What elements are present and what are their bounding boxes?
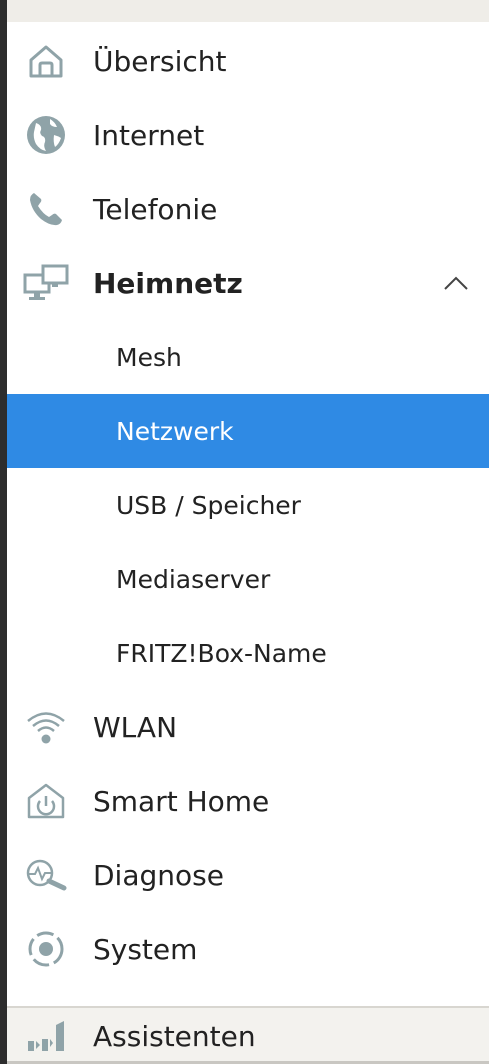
home-icon bbox=[17, 32, 75, 90]
nav-label-assistenten: Assistenten bbox=[93, 1019, 256, 1053]
subnav-label-usb-speicher: USB / Speicher bbox=[116, 490, 301, 520]
phone-icon bbox=[17, 180, 75, 238]
wifi-icon bbox=[17, 698, 75, 756]
nav-item-wlan[interactable]: WLAN bbox=[7, 690, 489, 764]
globe-icon bbox=[17, 106, 75, 164]
subnav-item-usb-speicher[interactable]: USB / Speicher bbox=[7, 468, 489, 542]
nav-label-system: System bbox=[93, 932, 198, 966]
diagnose-magnifier-icon bbox=[17, 846, 75, 904]
subnav-item-mediaserver[interactable]: Mediaserver bbox=[7, 542, 489, 616]
network-computers-icon bbox=[17, 254, 75, 312]
subnav-label-netzwerk: Netzwerk bbox=[116, 416, 234, 446]
assistant-signal-icon bbox=[17, 1015, 75, 1057]
system-dot-icon bbox=[17, 920, 75, 978]
chevron-up-icon[interactable] bbox=[441, 268, 471, 298]
nav-label-heimnetz: Heimnetz bbox=[93, 266, 243, 300]
smart-home-power-icon bbox=[17, 772, 75, 830]
subnav-item-fritzbox-name[interactable]: FRITZ!Box-Name bbox=[7, 616, 489, 690]
nav-item-heimnetz[interactable]: Heimnetz bbox=[7, 246, 489, 320]
nav-label-wlan: WLAN bbox=[93, 710, 178, 744]
subnav-item-netzwerk[interactable]: Netzwerk bbox=[7, 394, 489, 468]
window-edge bbox=[0, 0, 7, 1064]
nav-label-telefonie: Telefonie bbox=[93, 192, 218, 226]
nav-item-telefonie[interactable]: Telefonie bbox=[7, 172, 489, 246]
nav-item-internet[interactable]: Internet bbox=[7, 98, 489, 172]
subnav-item-mesh[interactable]: Mesh bbox=[7, 320, 489, 394]
nav-label-internet: Internet bbox=[93, 118, 205, 152]
side-navigation: Übersicht Internet Telefonie Heimnetz Me… bbox=[7, 22, 489, 1006]
fritzbox-menu: Übersicht Internet Telefonie Heimnetz Me… bbox=[0, 0, 489, 1064]
subnav-label-mediaserver: Mediaserver bbox=[116, 564, 271, 594]
nav-label-uebersicht: Übersicht bbox=[93, 44, 227, 78]
subnav-label-mesh: Mesh bbox=[116, 342, 182, 372]
nav-item-smart-home[interactable]: Smart Home bbox=[7, 764, 489, 838]
nav-item-uebersicht[interactable]: Übersicht bbox=[7, 24, 489, 98]
nav-item-assistenten[interactable]: Assistenten bbox=[7, 1006, 489, 1064]
top-strip bbox=[0, 0, 489, 22]
nav-label-smart-home: Smart Home bbox=[93, 784, 270, 818]
nav-label-diagnose: Diagnose bbox=[93, 858, 224, 892]
nav-item-system[interactable]: System bbox=[7, 912, 489, 986]
nav-item-diagnose[interactable]: Diagnose bbox=[7, 838, 489, 912]
subnav-label-fritzbox-name: FRITZ!Box-Name bbox=[116, 638, 327, 668]
